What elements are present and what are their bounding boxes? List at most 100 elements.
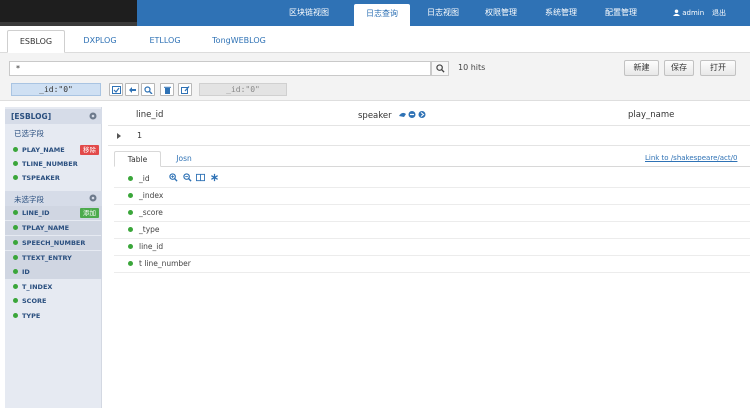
doc-field-name: _score	[139, 208, 163, 217]
field-name: TPLAY_NAME	[22, 224, 70, 232]
trash-icon	[164, 86, 171, 94]
log-tabs: ESBLOG DXPLOG ETLLOG TongWEBLOG	[0, 26, 750, 53]
new-button[interactable]: 新建	[624, 60, 659, 76]
row-divider	[108, 145, 750, 146]
doc-field-row: _id	[114, 171, 750, 188]
doc-field-row: t line_number	[114, 256, 750, 273]
nav-item-blockchain-view[interactable]: 区块链视图	[280, 0, 338, 26]
hit-count: 10 hits	[458, 63, 486, 72]
column-header-label: speaker	[358, 111, 392, 121]
user-menu[interactable]: admin	[673, 0, 704, 26]
field-name: TYPE	[22, 312, 41, 320]
tab-json[interactable]: Josn	[169, 151, 199, 167]
header-divider	[108, 125, 750, 126]
gear-icon[interactable]	[89, 112, 97, 120]
open-button[interactable]: 打开	[700, 60, 736, 76]
tab-esblog[interactable]: ESBLOG	[7, 30, 65, 53]
column-header-speaker[interactable]: speaker	[358, 110, 428, 121]
pin-icon	[129, 87, 136, 93]
selected-field-tspeaker[interactable]: TSPEAKER	[5, 171, 102, 185]
remove-field-button[interactable]: 移除	[80, 145, 99, 155]
magnify-icon	[144, 86, 153, 94]
filter-delete-button[interactable]	[160, 83, 174, 96]
search-input[interactable]	[9, 61, 431, 76]
row-line-id-value: 1	[137, 131, 143, 140]
field-name: T_INDEX	[22, 283, 53, 291]
tab-table[interactable]: Table	[114, 151, 161, 167]
gear-icon[interactable]	[89, 194, 97, 202]
selected-field-play-name[interactable]: PLAY_NAME 移除	[5, 143, 102, 157]
unselected-field-score[interactable]: SCORE	[5, 294, 102, 308]
logout-link[interactable]: 退出	[712, 0, 726, 26]
zoom-in-icon[interactable]	[169, 173, 178, 182]
field-type-dot	[128, 176, 133, 181]
field-type-dot	[13, 175, 18, 180]
unselected-field-id[interactable]: ID	[5, 265, 102, 279]
doc-field-name: _index	[139, 191, 164, 200]
unselected-field-line-id[interactable]: LINE_ID 添加	[5, 206, 102, 220]
tab-tongweblog[interactable]: TongWEBLOG	[203, 30, 275, 53]
field-name: TTEXT_ENTRY	[22, 254, 72, 262]
field-type-dot	[128, 227, 133, 232]
field-type-dot	[13, 161, 18, 166]
field-name: SCORE	[22, 297, 47, 305]
field-type-dot	[13, 147, 18, 152]
doc-field-name: _id	[139, 174, 150, 183]
field-name: TSPEAKER	[22, 174, 60, 182]
search-button[interactable]	[431, 61, 449, 76]
field-type-dot	[13, 240, 18, 245]
column-header-line-id[interactable]: line_id	[136, 110, 163, 120]
filter-pill-active[interactable]: _id:"0"	[11, 83, 101, 96]
unselected-field-type[interactable]: TYPE	[5, 309, 102, 323]
field-type-dot	[13, 284, 18, 289]
filter-edit-button[interactable]	[178, 83, 192, 96]
field-name: ID	[22, 268, 30, 276]
filter-enable-button[interactable]	[109, 83, 123, 96]
search-area: 10 hits 新建 保存 打开 _id:"0" _id:"0"	[0, 53, 750, 101]
doc-field-row: _type	[114, 222, 750, 239]
nav-item-log-query[interactable]: 日志查询	[354, 4, 410, 26]
nav-item-permission[interactable]: 权限管理	[476, 0, 526, 26]
unselected-field-speech-number[interactable]: SPEECH_NUMBER	[5, 236, 102, 250]
save-button[interactable]: 保存	[664, 60, 694, 76]
nav-item-system[interactable]: 系统管理	[536, 0, 586, 26]
filter-inspect-button[interactable]	[141, 83, 155, 96]
field-name: LINE_ID	[22, 209, 50, 217]
zoom-out-icon[interactable]	[182, 173, 192, 182]
filter-pill-disabled[interactable]: _id:"0"	[199, 83, 287, 96]
doc-field-row: line_id	[114, 239, 750, 256]
doc-field-row: _score	[114, 205, 750, 222]
doc-field-name: t line_number	[139, 259, 191, 268]
tab-dxplog[interactable]: DXPLOG	[75, 30, 125, 53]
unselected-field-t-index[interactable]: T_INDEX	[5, 280, 102, 294]
field-name: SPEECH_NUMBER	[22, 239, 86, 247]
add-field-button[interactable]: 添加	[80, 208, 99, 218]
field-type-dot	[13, 269, 18, 274]
unselected-fields-title: 未选字段	[14, 195, 44, 204]
filter-pin-button[interactable]	[125, 83, 139, 96]
nav-item-log-view[interactable]: 日志视图	[418, 0, 468, 26]
username: admin	[682, 9, 705, 17]
field-type-dot	[128, 261, 133, 266]
field-type-dot	[128, 193, 133, 198]
expand-row-caret-icon[interactable]	[117, 133, 121, 139]
index-header: [ESBLOG]	[5, 109, 102, 124]
selected-fields-title: 已选字段	[14, 129, 44, 138]
field-type-dot	[128, 244, 133, 249]
field-type-dot	[13, 313, 18, 318]
field-type-dot	[13, 210, 18, 215]
doc-field-name: line_id	[139, 242, 164, 251]
unselected-field-ttext-entry[interactable]: TTEXT_ENTRY	[5, 251, 102, 265]
toggle-column-icon[interactable]	[196, 173, 206, 182]
user-icon	[673, 9, 680, 16]
doc-field-name: _type	[139, 225, 160, 234]
selected-field-tline-number[interactable]: TLINE_NUMBER	[5, 157, 102, 171]
unselected-field-tplay-name[interactable]: TPLAY_NAME	[5, 221, 102, 235]
tab-etllog[interactable]: ETLLOG	[140, 30, 190, 53]
filter-exists-icon[interactable]	[210, 173, 219, 182]
field-name: PLAY_NAME	[22, 146, 65, 154]
search-icon	[436, 64, 445, 73]
nav-item-config[interactable]: 配置管理	[596, 0, 646, 26]
document-link[interactable]: Link to /shakespeare/act/0	[645, 154, 737, 162]
column-header-play-name[interactable]: play_name	[628, 110, 674, 120]
